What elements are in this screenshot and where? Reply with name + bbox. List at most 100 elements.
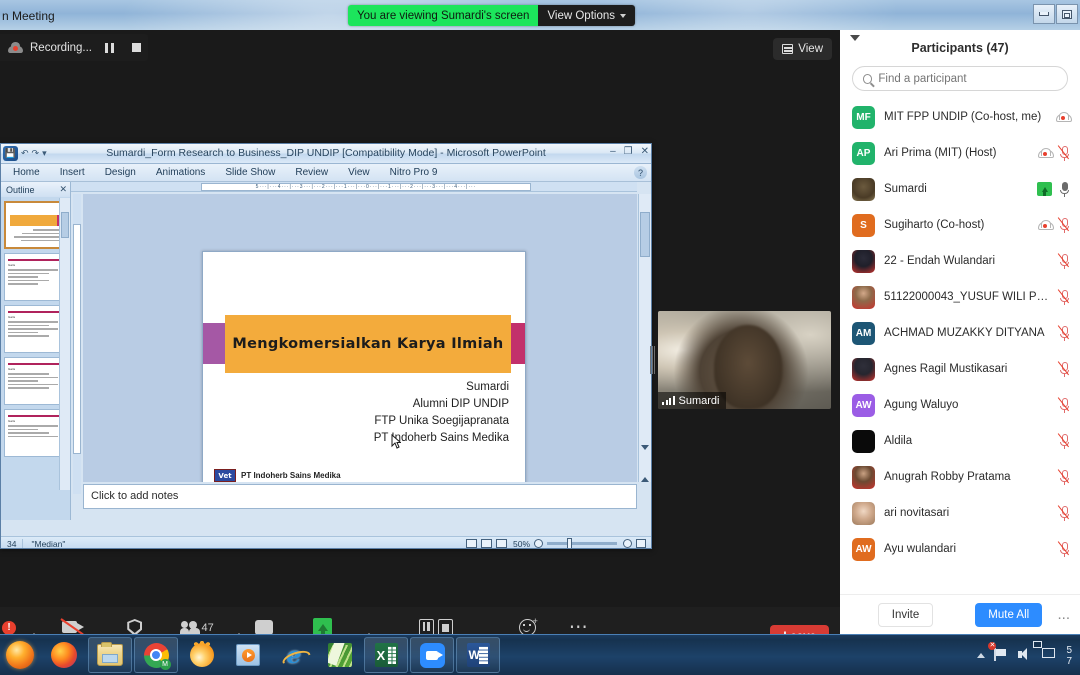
chrome-taskbar-icon[interactable]: M [134,637,178,673]
ppt-restore-button[interactable]: ❐ [624,146,633,157]
list-item[interactable]: Agnes Ragil Mustikasari [840,351,1080,387]
thumbnail-scrollbar[interactable] [59,198,70,490]
video-name-badge: Sumardi [658,392,727,409]
orange-app-taskbar-icon[interactable] [180,637,224,673]
invite-button[interactable]: Invite [877,602,934,627]
view-buttons[interactable] [465,539,513,548]
normal-view-icon[interactable] [465,539,477,548]
ppt-minimize-button[interactable]: – [610,146,616,157]
file-explorer-taskbar-icon[interactable] [88,637,132,673]
list-item[interactable]: ari novitasari [840,495,1080,531]
list-item[interactable]: MF MIT FPP UNDIP (Co-host, me) [840,99,1080,135]
list-item[interactable]: AW Agung Waluyo [840,387,1080,423]
ribbon-tab-review[interactable]: Review [285,167,338,178]
slide-thumbnail[interactable]: Garis [4,253,67,301]
list-item[interactable]: AP Ari Prima (MIT) (Host) [840,135,1080,171]
slide-title-box[interactable]: Mengkomersialkan Karya Ilmiah [225,315,511,373]
slide-thumbnail[interactable]: Garis [4,305,67,353]
scroll-down-icon[interactable] [641,445,649,467]
help-icon[interactable]: ? [634,166,647,179]
avatar: AW [852,537,875,561]
taskbar-clock[interactable]: 5 7 [1066,645,1072,667]
fit-slide-icon[interactable] [636,539,646,548]
zoom-slider[interactable] [547,538,617,548]
participants-list[interactable]: MF MIT FPP UNDIP (Co-host, me) AP Ari Pr… [840,99,1080,579]
ribbon-tab-nitro-pro[interactable]: Nitro Pro 9 [380,167,448,178]
slide-thumbnail[interactable] [4,201,67,249]
slide-vertical-scrollbar[interactable] [638,194,651,482]
list-item[interactable]: Aldila [840,423,1080,459]
self-video-thumbnail[interactable]: Sumardi [658,311,831,409]
pause-recording-button[interactable] [99,34,119,61]
powerpoint-titlebar: 💾 ↶ ↷ ▾ Sumardi_Form Research to Busines… [1,144,651,164]
audio-bars-icon [662,396,675,405]
list-item[interactable]: 51122000043_YUSUF WILI PRIHA... [840,279,1080,315]
zoom-level: 50% [512,538,530,549]
powerpoint-window-controls: – ❐ ✕ [610,146,649,157]
mute-all-button[interactable]: Mute All [975,602,1043,627]
participant-name: ACHMAD MUZAKKY DITYANA [884,327,1045,339]
slide-sorter-icon[interactable] [480,539,492,548]
excel-taskbar-icon[interactable] [364,637,408,673]
restore-button[interactable] [1056,4,1078,24]
zoom-taskbar-icon[interactable] [410,637,454,673]
search-input[interactable] [878,72,1057,85]
media-player-taskbar-icon[interactable] [226,637,270,673]
chevron-down-icon[interactable] [850,35,860,59]
video-participant-name: Sumardi [678,394,720,407]
participant-name: 51122000043_YUSUF WILI PRIHA... [884,291,1050,303]
word-taskbar-icon[interactable] [456,637,500,673]
slide-thumbnail[interactable]: Garis [4,357,67,405]
speaker-icon[interactable] [1018,648,1033,663]
ribbon-tab-view[interactable]: View [338,167,380,178]
minimize-button[interactable] [1033,4,1055,24]
stop-recording-button[interactable] [126,34,146,61]
list-item[interactable]: AM ACHMAD MUZAKKY DITYANA [840,315,1080,351]
action-center-alert-icon[interactable]: ✕ [988,642,1009,663]
ribbon-tab-insert[interactable]: Insert [50,167,95,178]
zoom-out-icon[interactable] [534,539,543,548]
slide-canvas[interactable]: Mengkomersialkan Karya Ilmiah Sumardi Al… [83,194,637,482]
list-item[interactable]: AW Ayu wulandari [840,531,1080,567]
notes-pane[interactable]: Click to add notes [83,484,637,509]
search-box[interactable] [852,66,1068,91]
ribbon-tab-design[interactable]: Design [95,167,146,178]
current-slide[interactable]: Mengkomersialkan Karya Ilmiah Sumardi Al… [202,251,526,482]
ribbon-tab-animations[interactable]: Animations [146,167,215,178]
windows-start-orb-icon[interactable] [0,635,40,675]
zoom-in-icon[interactable] [623,539,632,548]
reading-view-icon[interactable] [495,539,507,548]
participant-name: Ari Prima (MIT) (Host) [884,147,997,159]
avatar: AM [852,321,875,345]
outline-tab[interactable]: Outline ✕ [1,182,70,197]
mic-muted-icon [1057,360,1070,377]
avatar: MF [852,105,875,129]
audio-alert-icon: ! [2,620,16,635]
list-item[interactable]: 22 - Endah Wulandari [840,243,1080,279]
firefox-taskbar-icon[interactable] [42,637,86,673]
participant-name: Sumardi [884,183,927,195]
avatar [852,249,875,273]
slide-thumbnail[interactable]: Garis [4,409,67,457]
ribbon-tab-home[interactable]: Home [3,167,50,178]
internet-explorer-taskbar-icon[interactable] [272,637,316,673]
mic-muted-icon [1057,504,1070,521]
more-options-button[interactable]: ... [1057,607,1070,622]
mic-muted-icon [1057,432,1070,449]
close-icon[interactable]: ✕ [59,184,67,195]
green-app-taskbar-icon[interactable] [318,637,362,673]
list-item[interactable]: Sumardi [840,171,1080,207]
list-item[interactable]: S Sugiharto (Co-host) [840,207,1080,243]
sharing-banner: You are viewing Sumardi's screen View Op… [348,5,635,26]
previous-slide-icon[interactable] [641,460,649,482]
chevron-up-icon[interactable] [977,653,986,658]
view-layout-button[interactable]: View [773,38,832,60]
network-icon[interactable] [1042,648,1057,663]
ribbon-tab-slide-show[interactable]: Slide Show [215,167,285,178]
list-item[interactable]: Anugrah Robby Pratama [840,459,1080,495]
view-options-button[interactable]: View Options [538,5,635,26]
vertical-ruler [73,194,81,494]
video-panel-drag-handle[interactable] [650,346,656,374]
theme-name: "Median" [22,538,73,548]
ppt-close-button[interactable]: ✕ [641,146,649,157]
